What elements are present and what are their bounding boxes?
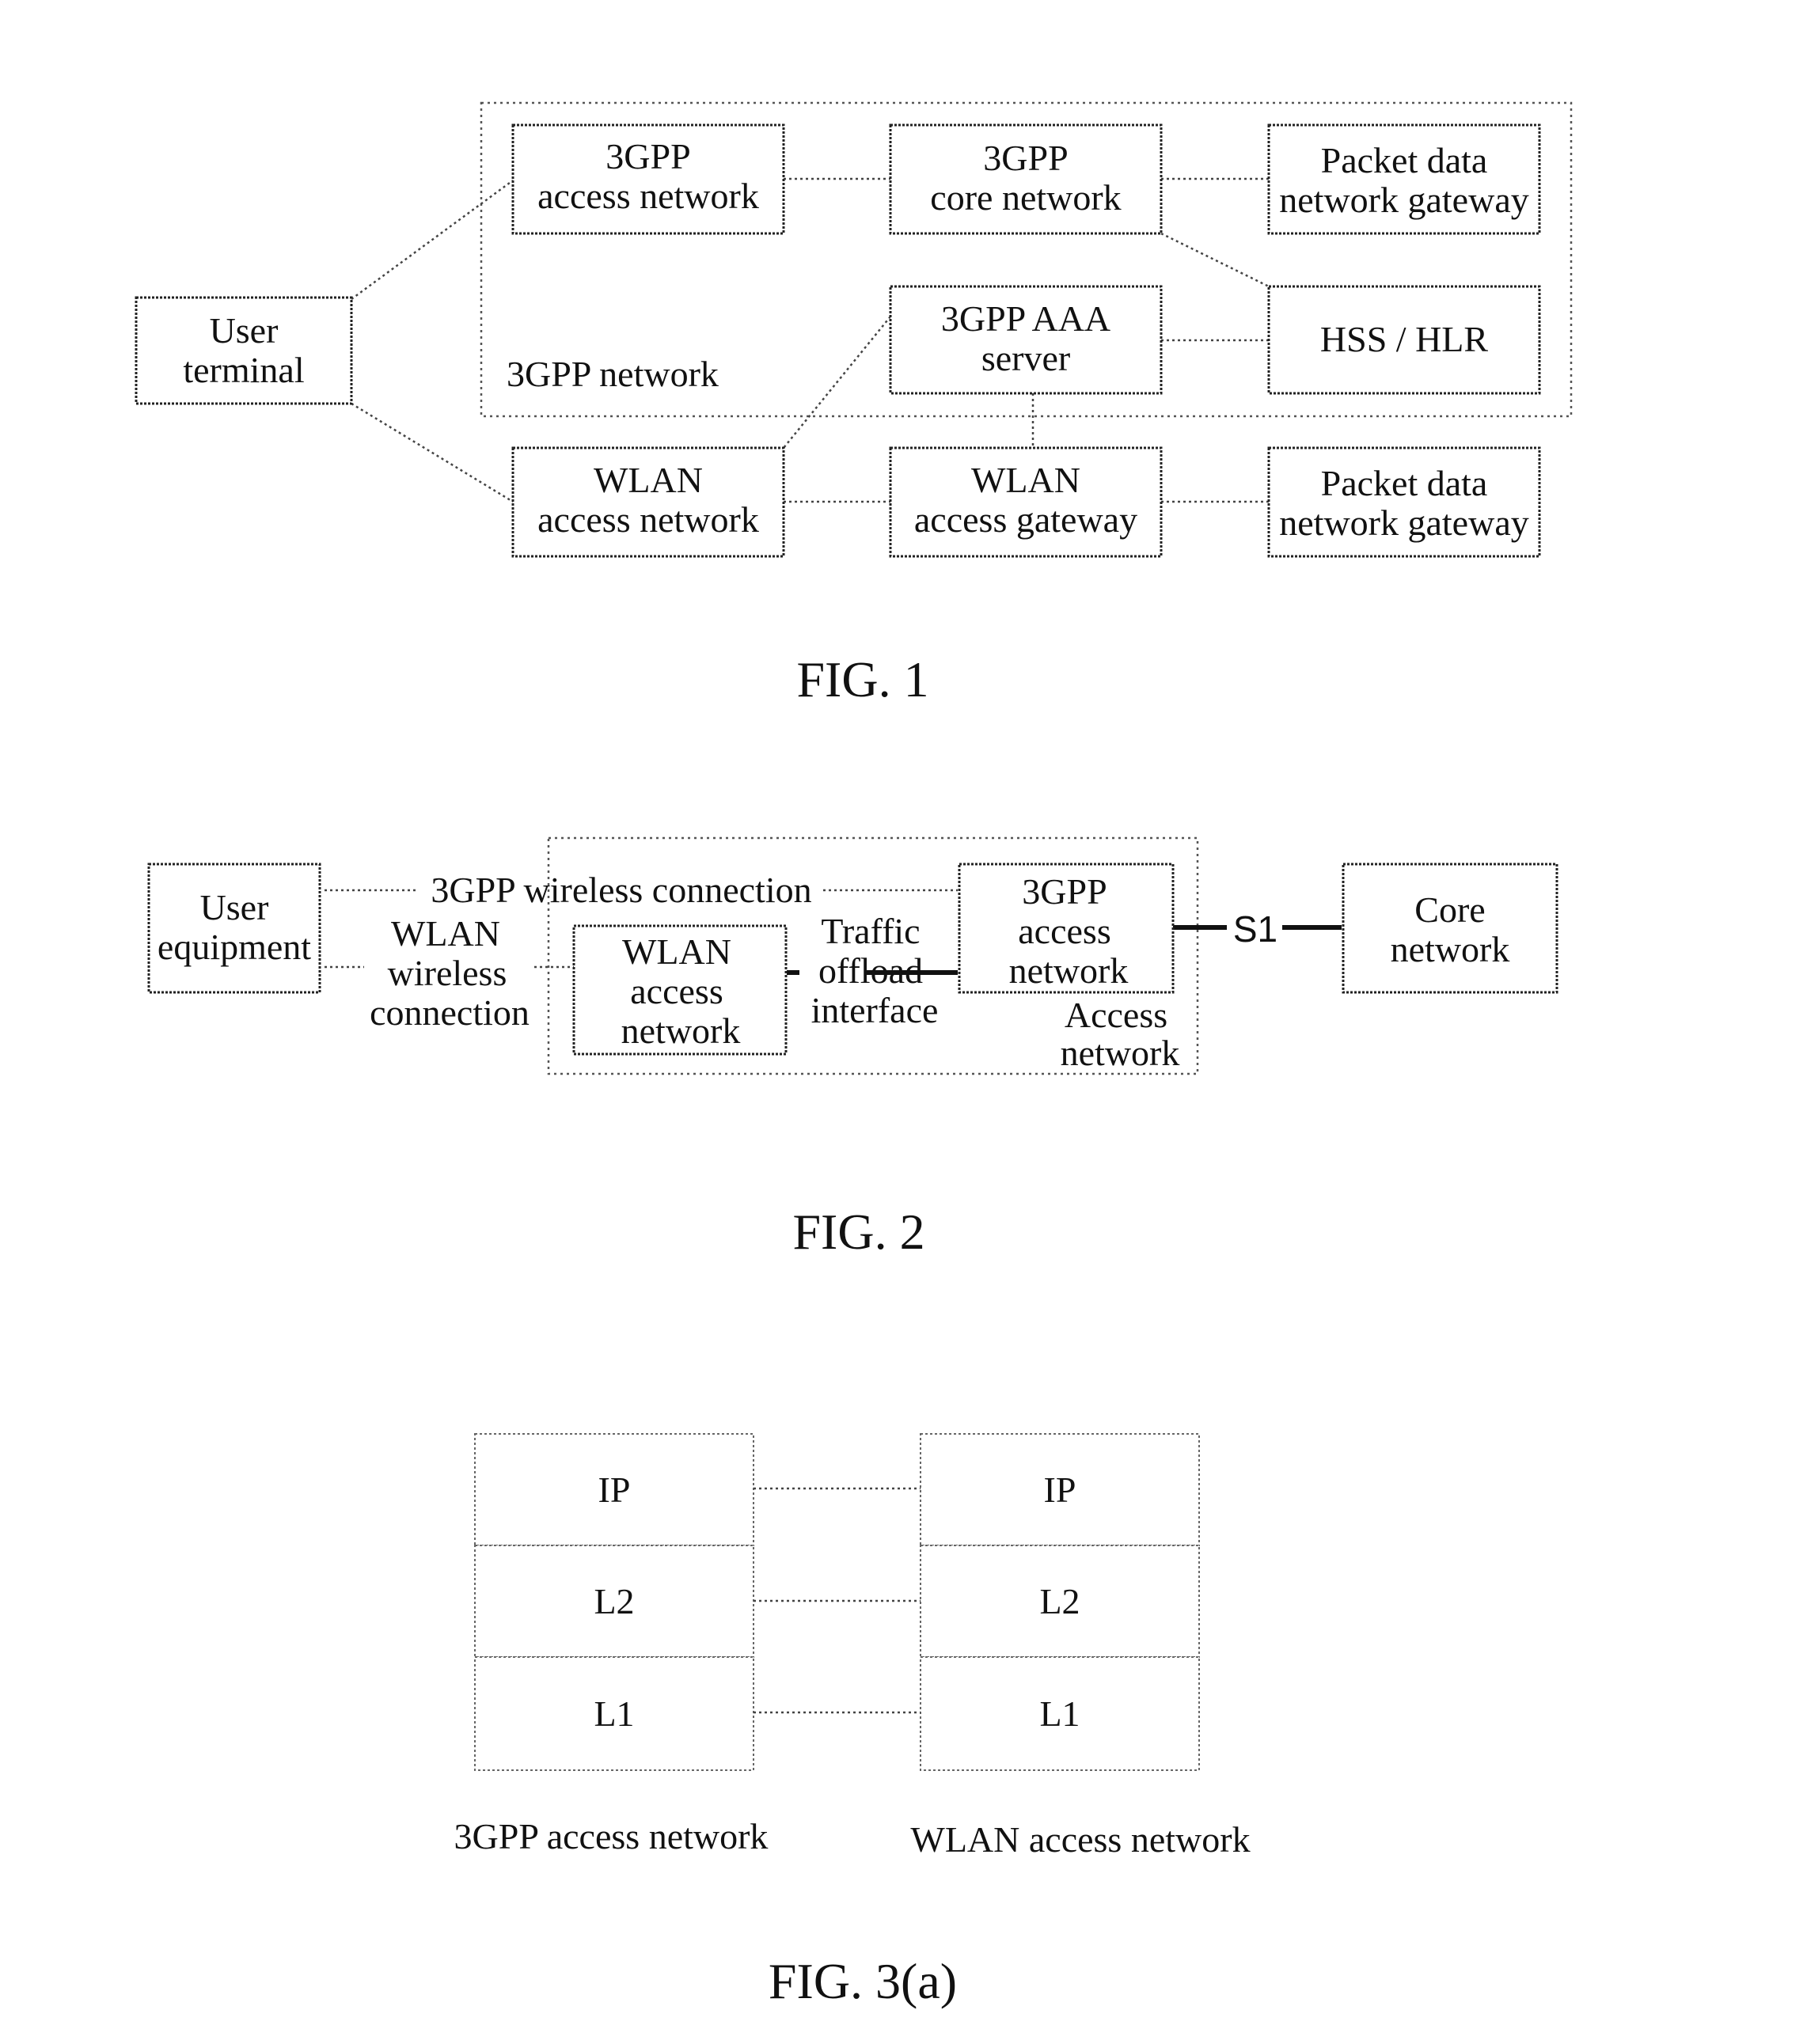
fig1-link-ut-wlanaccess <box>351 402 514 503</box>
fig3a: IP L2 L1 IP L2 L1 3GPP access network WL… <box>454 1433 1251 2009</box>
node-label-line: access network <box>537 176 759 216</box>
node-label-line: core network <box>930 177 1121 218</box>
layer-label: L1 <box>594 1693 634 1734</box>
fig1-caption: FIG. 1 <box>796 651 928 707</box>
fig2-node-3gpp-access-network: 3GPP access network <box>958 863 1175 994</box>
fig1-node-wlan-access-network: WLAN access network <box>511 446 785 558</box>
fig2-access-network-label-line: Access <box>1065 995 1167 1035</box>
fig2-traffic-offload-label-line: Traffic <box>821 911 920 951</box>
fig3a-stack-wlan: IP L2 L1 <box>920 1433 1200 1771</box>
node-label-line: equipment <box>158 927 311 967</box>
fig1-node-3gpp-aaa-server: 3GPP AAA server <box>889 285 1163 395</box>
fig2-3gpp-wireless-connection-label: 3GPP wireless connection <box>431 870 811 910</box>
node-label-line: WLAN <box>594 460 703 500</box>
fig1-node-hss-hlr: HSS / HLR <box>1267 285 1541 395</box>
fig1-link-core-hss <box>1160 232 1270 288</box>
fig2-node-wlan-access-network: WLAN access network <box>572 924 788 1056</box>
fig3a-3gpp-stack-label: 3GPP access network <box>454 1816 769 1856</box>
fig1-node-pdn-gateway-bottom: Packet data network gateway <box>1267 446 1541 558</box>
node-label-line: access <box>630 971 723 1011</box>
node-label-line: access network <box>537 499 759 540</box>
fig1-node-wlan-access-gateway: WLAN access gateway <box>889 446 1163 558</box>
fig1-3gpp-network-label: 3GPP network <box>507 354 719 394</box>
fig2-caption: FIG. 2 <box>792 1204 924 1260</box>
node-label-line: HSS / HLR <box>1320 319 1488 359</box>
node-label-line: Packet data <box>1321 140 1488 180</box>
fig2-node-core-network: Core network <box>1342 863 1558 994</box>
layer-label: L2 <box>1039 1581 1080 1621</box>
fig3a-caption: FIG. 3(a) <box>769 1953 957 2009</box>
patent-figure-sheet: 3GPP network User terminal 3GPP access n… <box>135 101 1573 2009</box>
fig2-wlan-wireless-label-line: wireless <box>388 953 507 993</box>
fig3a-stack-3gpp: IP L2 L1 <box>474 1433 754 1771</box>
fig1-node-3gpp-access-network: 3GPP access network <box>511 123 785 235</box>
node-label-line: network gateway <box>1279 502 1529 543</box>
fig1-link-aaa-wlanaccess <box>783 316 891 449</box>
fig1: 3GPP network User terminal 3GPP access n… <box>135 101 1573 707</box>
node-label-line: network <box>621 1011 741 1051</box>
node-label-line: server <box>981 338 1070 378</box>
fig3a-wlan-stack-label: WLAN access network <box>910 1819 1250 1860</box>
fig2-wlan-wireless-label-line: connection <box>370 992 530 1033</box>
node-label-line: network <box>1391 929 1510 969</box>
fig1-link-ut-3gppaccess <box>351 179 514 301</box>
node-label-line: User <box>210 310 279 351</box>
fig1-node-user-terminal: User terminal <box>135 296 353 405</box>
layer-label: IP <box>598 1469 631 1510</box>
node-label-line: Packet data <box>1321 463 1488 503</box>
node-label-line: network <box>1009 950 1129 991</box>
fig2-s1-label: S1 <box>1233 908 1277 950</box>
fig2-traffic-offload-label-line: interface <box>811 990 939 1030</box>
node-label-line: access <box>1018 911 1110 951</box>
node-label-line: 3GPP <box>983 138 1068 178</box>
fig1-node-pdn-gateway-top: Packet data network gateway <box>1267 123 1541 235</box>
fig2-traffic-offload-label-line: offload <box>818 950 923 991</box>
fig2-node-user-equipment: User equipment <box>147 863 321 994</box>
node-label-line: 3GPP AAA <box>941 298 1110 339</box>
fig2-access-network-label-line: network <box>1061 1033 1180 1073</box>
layer-label: IP <box>1044 1469 1076 1510</box>
layer-label: L1 <box>1039 1693 1080 1734</box>
node-label-line: terminal <box>183 350 304 390</box>
node-label-line: WLAN <box>971 460 1080 500</box>
node-label-line: User <box>200 887 269 927</box>
layer-label: L2 <box>594 1581 634 1621</box>
fig1-node-3gpp-core-network: 3GPP core network <box>889 123 1163 235</box>
node-label-line: 3GPP <box>1022 871 1107 912</box>
fig2: Access network 3GPP wireless connection … <box>147 836 1558 1260</box>
fig2-wlan-wireless-label-line: WLAN <box>391 913 500 954</box>
node-label-line: access gateway <box>914 499 1137 540</box>
node-label-line: Core <box>1414 889 1485 930</box>
node-label-line: network gateway <box>1279 180 1529 220</box>
node-label-line: 3GPP <box>605 136 690 176</box>
node-label-line: WLAN <box>622 931 731 972</box>
